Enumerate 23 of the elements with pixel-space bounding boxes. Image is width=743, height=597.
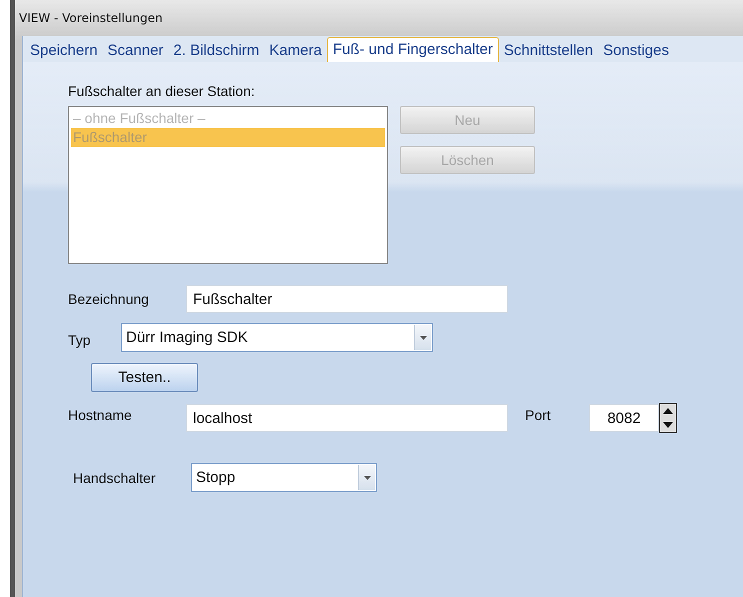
port-field[interactable]: 8082 [589,404,659,432]
list-label: Fußschalter an dieser Station: [68,83,255,99]
caret-icon [364,476,370,480]
window-title: VIEW - Voreinstellungen [19,11,163,25]
hand-switch-dropdown[interactable]: Stopp [191,463,377,492]
test-button[interactable]: Testen.. [91,363,198,392]
tab[interactable]: Fuß- und Fingerschalter [326,37,499,62]
field-label: Bezeichnung [68,291,150,307]
tab[interactable]: Speichern [25,39,103,62]
tab[interactable]: Schnittstellen [498,39,598,62]
tab[interactable]: Sonstiges [598,39,674,62]
field-label: Typ [68,330,92,348]
input-field[interactable]: Fußschalter [186,285,508,313]
spinner-arrows[interactable] [659,403,677,433]
field-label: Handschalter [73,470,156,486]
field-label: Hostname [68,406,133,423]
input-field[interactable]: localhost [186,404,508,432]
caret-icon [420,336,426,340]
type-dropdown[interactable]: Dürr Imaging SDK [121,323,433,352]
tab[interactable]: 2. Bildschirm [168,39,264,62]
tab[interactable]: Scanner [102,39,168,62]
tab[interactable]: Kamera [264,39,327,62]
field-label: Port [525,406,552,423]
